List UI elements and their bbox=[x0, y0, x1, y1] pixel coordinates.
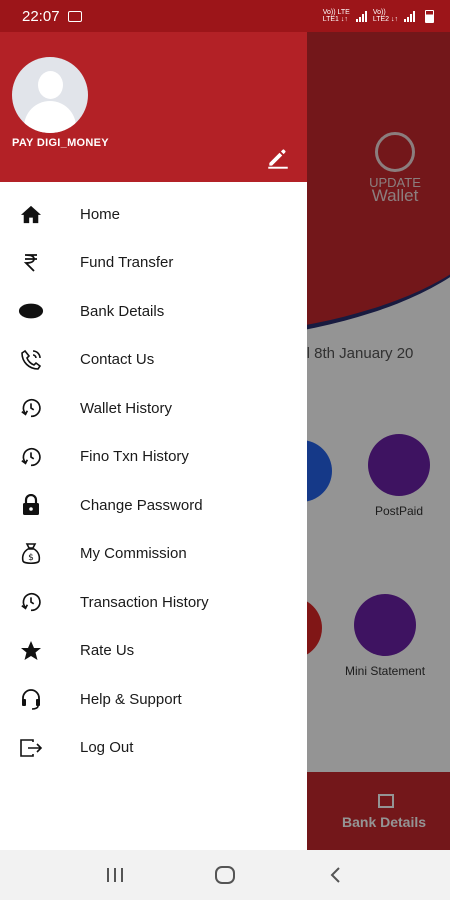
menu-item-my-commission[interactable]: $ My Commission bbox=[0, 530, 307, 579]
navigation-drawer: PAY DIGI_MONEY Home Fund Transfer Bank D… bbox=[0, 32, 307, 850]
sim2-network: Vo)) LTE2 ↓↑ bbox=[372, 9, 398, 23]
menu-item-transaction-history[interactable]: Transaction History bbox=[0, 578, 307, 627]
battery-icon bbox=[425, 9, 434, 23]
signal-icon bbox=[355, 10, 367, 22]
home-icon bbox=[18, 201, 44, 227]
back-button[interactable] bbox=[315, 860, 355, 890]
history-icon bbox=[18, 444, 44, 470]
svg-text:$: $ bbox=[28, 553, 34, 563]
bank-details-icon bbox=[18, 298, 44, 324]
status-bar: 22:07 Vo)) LTE LTE1 ↓↑ Vo)) LTE2 ↓↑ bbox=[0, 0, 450, 32]
sim1-network: Vo)) LTE LTE1 ↓↑ bbox=[322, 9, 350, 23]
rupee-icon bbox=[18, 250, 44, 276]
avatar[interactable] bbox=[12, 57, 88, 133]
logout-icon bbox=[18, 735, 44, 761]
history-icon bbox=[18, 589, 44, 615]
menu-item-bank-details[interactable]: Bank Details bbox=[0, 287, 307, 336]
status-indicators: Vo)) LTE LTE1 ↓↑ Vo)) LTE2 ↓↑ bbox=[323, 9, 434, 23]
signal-icon bbox=[404, 10, 415, 22]
menu-item-change-password[interactable]: Change Password bbox=[0, 481, 307, 530]
message-notification-icon bbox=[67, 10, 82, 22]
money-bag-icon: $ bbox=[18, 541, 44, 567]
history-icon bbox=[18, 395, 44, 421]
menu-item-fund-transfer[interactable]: Fund Transfer bbox=[0, 239, 307, 288]
lock-icon bbox=[18, 492, 44, 518]
pencil-icon bbox=[268, 149, 288, 169]
headset-icon bbox=[18, 686, 44, 712]
home-button[interactable] bbox=[205, 860, 245, 890]
menu-item-wallet-history[interactable]: Wallet History bbox=[0, 384, 307, 433]
recent-apps-button[interactable] bbox=[95, 860, 135, 890]
menu-item-rate-us[interactable]: Rate Us bbox=[0, 627, 307, 676]
menu-item-log-out[interactable]: Log Out bbox=[0, 724, 307, 773]
menu-item-help-support[interactable]: Help & Support bbox=[0, 675, 307, 724]
menu-item-fino-txn-history[interactable]: Fino Txn History bbox=[0, 433, 307, 482]
menu-item-home[interactable]: Home bbox=[0, 190, 307, 239]
menu-item-contact-us[interactable]: Contact Us bbox=[0, 336, 307, 385]
status-time: 22:07 bbox=[22, 7, 60, 25]
system-navigation-bar bbox=[0, 850, 450, 900]
back-chevron-icon bbox=[330, 867, 340, 883]
home-circle-icon bbox=[215, 866, 235, 884]
drawer-header: PAY DIGI_MONEY bbox=[0, 32, 307, 182]
drawer-menu: Home Fund Transfer Bank Details Contact … bbox=[0, 182, 307, 772]
brand-name: PAY DIGI_MONEY bbox=[12, 137, 109, 149]
recent-apps-icon bbox=[107, 868, 123, 882]
star-icon bbox=[18, 638, 44, 664]
edit-profile-button[interactable] bbox=[265, 144, 291, 170]
phone-icon bbox=[18, 347, 44, 373]
